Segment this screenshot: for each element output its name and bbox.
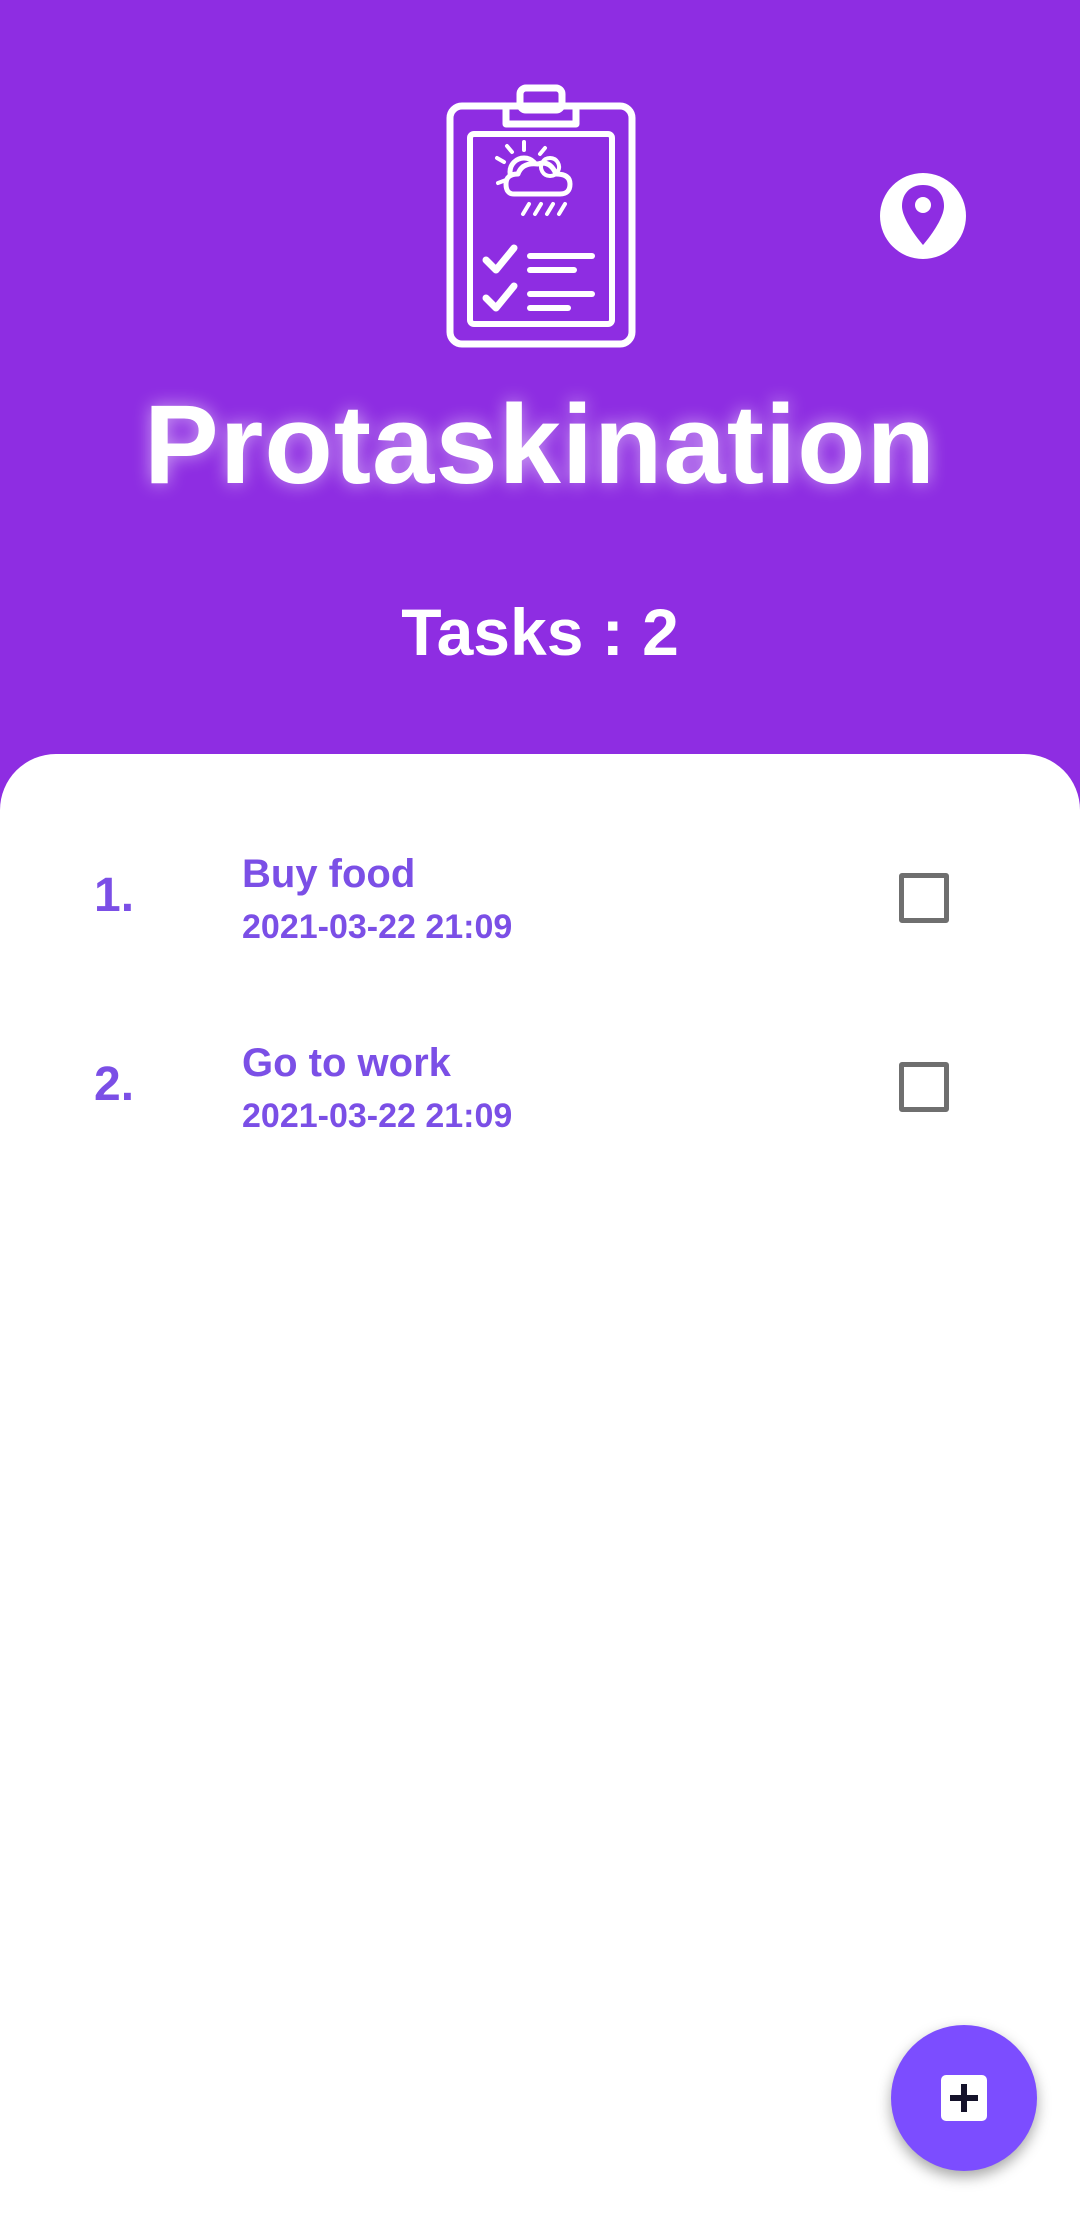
add-box-icon [941, 2075, 987, 2121]
task-checkbox[interactable] [899, 873, 949, 923]
app-header: Protaskination Tasks : 2 [0, 0, 1080, 760]
task-datetime: 2021-03-22 21:09 [242, 1097, 513, 1135]
app-title: Protaskination [144, 382, 936, 507]
task-number: 2. [94, 1058, 135, 1111]
task-row[interactable]: 1. Buy food 2021-03-22 21:09 [0, 832, 1080, 982]
task-number: 1. [94, 869, 135, 922]
task-checkbox[interactable] [899, 1062, 949, 1112]
task-row[interactable]: 2. Go to work 2021-03-22 21:09 [0, 1021, 1080, 1171]
task-datetime: 2021-03-22 21:09 [242, 908, 513, 946]
clipboard-weather-icon [446, 84, 636, 348]
task-count: Tasks : 2 [401, 595, 679, 669]
task-title: Buy food [242, 852, 416, 896]
task-title: Go to work [242, 1041, 451, 1085]
task-list-sheet: 1. Buy food 2021-03-22 21:09 2. Go to wo… [0, 754, 1080, 2214]
location-pin-icon[interactable] [878, 171, 968, 261]
add-task-button[interactable] [891, 2025, 1037, 2171]
